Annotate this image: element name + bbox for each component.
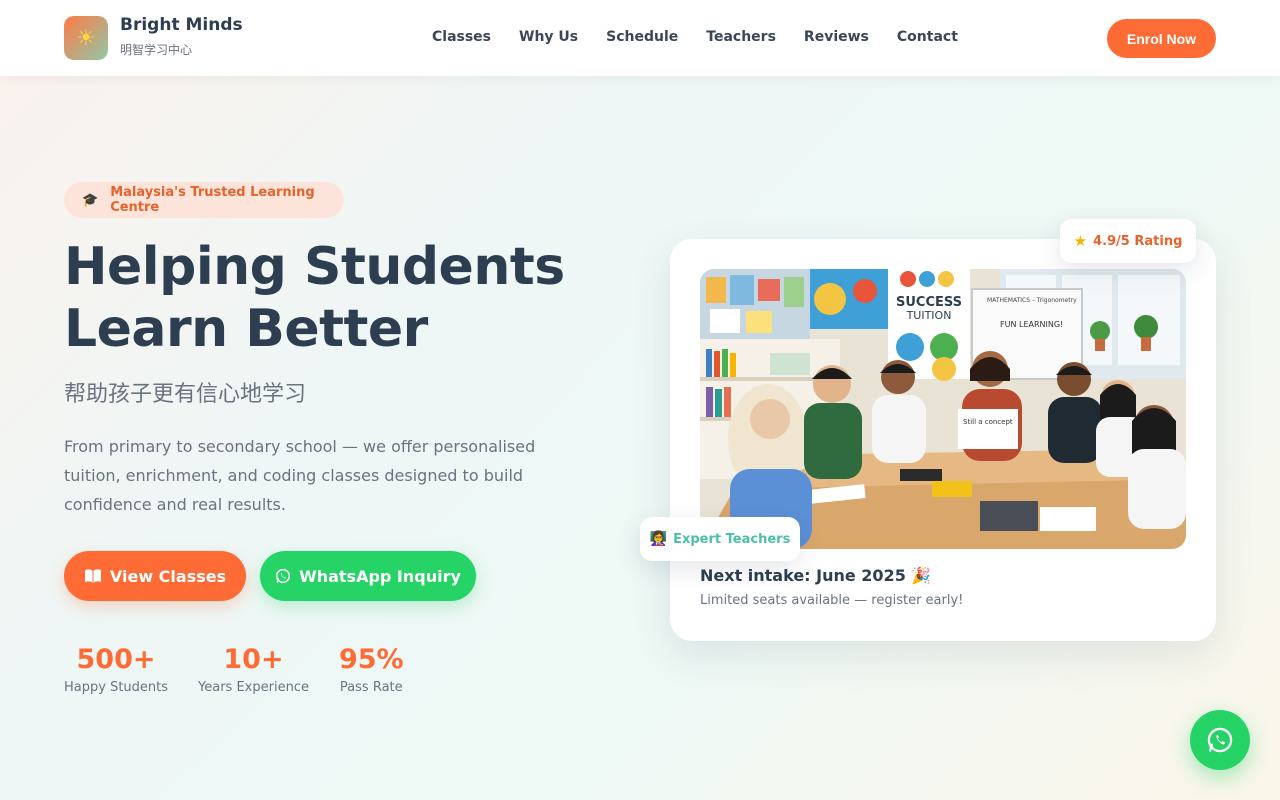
classroom-illustration: SUCCESS TUITION MATHEMATICS – Trigonomet… xyxy=(700,269,1186,549)
whatsapp-inquiry-label: WhatsApp Inquiry xyxy=(299,566,461,586)
intake-subtitle: Limited seats available — register early… xyxy=(700,593,964,608)
hero-description: From primary to secondary school — we of… xyxy=(64,437,536,514)
nav-link-teachers[interactable]: Teachers xyxy=(706,29,776,45)
book-icon xyxy=(84,569,101,583)
hero-title: Helping Students Learn Better xyxy=(64,236,624,360)
note-text: Still a concept xyxy=(963,418,1013,426)
rating-badge: ★ 4.9/5 Rating xyxy=(1060,219,1196,263)
hero-title-line1: Helping Students xyxy=(64,237,565,297)
stat-label: Happy Students xyxy=(64,680,169,695)
sign-line1: SUCCESS xyxy=(896,295,962,310)
classroom-photo: SUCCESS TUITION MATHEMATICS – Trigonomet… xyxy=(700,269,1186,549)
stats-row: 500+ Happy Students 10+ Years Experience… xyxy=(64,644,434,695)
stat-value: 500+ xyxy=(76,644,156,675)
board-text: FUN LEARNING! xyxy=(1000,320,1063,329)
sign-line2: TUITION xyxy=(906,309,952,322)
view-classes-button[interactable]: View Classes xyxy=(64,551,246,601)
stat-experience: 10+ Years Experience xyxy=(198,644,309,695)
stat-value: 95% xyxy=(338,644,404,675)
stat-label: Pass Rate xyxy=(339,680,403,695)
enrol-now-button[interactable]: Enrol Now xyxy=(1107,19,1216,58)
nav-link-reviews[interactable]: Reviews xyxy=(804,29,869,45)
rating-badge-label: 4.9/5 Rating xyxy=(1093,233,1183,249)
hero-chinese-subtitle: 帮助孩子更有信心地学习 xyxy=(64,382,307,407)
stat-value: 10+ xyxy=(223,644,284,675)
whatsapp-icon xyxy=(1207,727,1233,753)
intake-title: Next intake: June 2025 🎉 xyxy=(700,566,932,585)
trusted-badge: 🎓 Malaysia's Trusted Learning Centre xyxy=(64,182,344,218)
view-classes-label: View Classes xyxy=(109,566,227,586)
nav-link-schedule[interactable]: Schedule xyxy=(606,29,678,45)
nav-links: Classes Why Us Schedule Teachers Reviews… xyxy=(432,29,958,45)
top-navbar: ☀ Bright Minds 明智学习中心 Classes Why Us Sch… xyxy=(0,0,1280,76)
stat-students: 500+ Happy Students xyxy=(64,644,168,695)
board-title: MATHEMATICS – Trigonometry xyxy=(987,297,1077,304)
stat-pass-rate: 95% Pass Rate xyxy=(339,644,404,695)
nav-link-classes[interactable]: Classes xyxy=(432,29,491,45)
brand-name[interactable]: Bright Minds xyxy=(120,15,243,35)
expert-teachers-badge: 👩‍🏫 Expert Teachers xyxy=(640,517,800,561)
stat-label: Years Experience xyxy=(198,680,309,695)
brand-subtitle: 明智学习中心 xyxy=(120,43,193,57)
nav-link-why-us[interactable]: Why Us xyxy=(519,29,578,45)
whatsapp-icon xyxy=(275,568,291,584)
trusted-badge-label: Malaysia's Trusted Learning Centre xyxy=(110,185,315,215)
graduation-cap-icon: 🎓 xyxy=(82,192,99,208)
star-icon: ★ xyxy=(1073,232,1088,250)
expert-teachers-label: Expert Teachers xyxy=(673,531,791,547)
nav-link-contact[interactable]: Contact xyxy=(897,29,958,45)
whatsapp-float-button[interactable] xyxy=(1190,710,1250,770)
sun-icon[interactable]: ☀ xyxy=(64,16,108,60)
hero-title-line2: Learn Better xyxy=(64,299,428,359)
teacher-icon: 👩‍🏫 xyxy=(649,531,668,547)
whatsapp-inquiry-button[interactable]: WhatsApp Inquiry xyxy=(260,551,476,601)
